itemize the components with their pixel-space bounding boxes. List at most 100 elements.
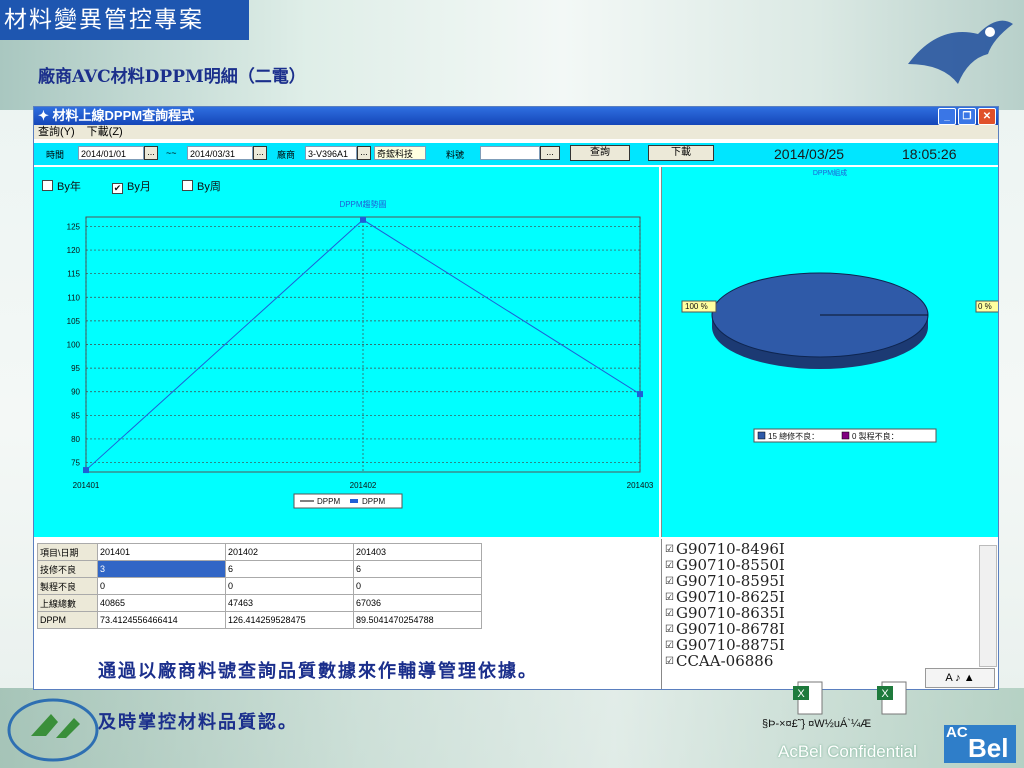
part-list-item[interactable]: ☑ G90710-8595I xyxy=(662,573,998,589)
pie-chart-pane: DPPM組成 100 % 0 % 15 總修不良： 0 製程不良： xyxy=(661,167,998,537)
slide-title: 材料變異管控專案 xyxy=(0,0,249,40)
y-tick-label: 75 xyxy=(71,459,80,468)
legend-label: 15 總修不良： xyxy=(768,431,819,441)
attachment-label: §Þ-×¤£˜} ¤W½uÁ`¼Æ xyxy=(762,718,872,730)
table-cell[interactable]: 6 xyxy=(353,560,482,578)
table-cell[interactable]: 201403 xyxy=(353,543,482,561)
checkbox-icon[interactable]: ☑ xyxy=(665,608,674,619)
excel-file-icon[interactable]: X xyxy=(792,680,826,716)
eagle-logo-icon xyxy=(908,20,1013,85)
minimize-icon[interactable]: _ xyxy=(938,108,956,125)
date-to-picker-button[interactable]: ... xyxy=(253,146,267,160)
checkbox-icon[interactable]: ☑ xyxy=(665,576,674,587)
table-cell[interactable]: 67036 xyxy=(353,594,482,612)
checkbox-icon[interactable]: ☑ xyxy=(665,560,674,571)
table-cell[interactable]: 0 xyxy=(225,577,354,595)
checkbox-icon[interactable]: ☑ xyxy=(665,640,674,651)
svg-text:X: X xyxy=(797,688,805,700)
table-cell[interactable]: 73.4124556466414 xyxy=(97,611,226,629)
row-header-cell[interactable]: 技修不良 xyxy=(37,560,98,578)
table-row: DPPM 73.4124556466414 126.414259528475 89.5… xyxy=(37,611,482,629)
acbel-logo-bel: Bel xyxy=(968,733,1009,763)
part-list-item[interactable]: ☑ G90710-8875I xyxy=(662,637,998,653)
part-list-pane: ☑ G90710-8496I ☑ G90710-8550I ☑ G90710-8595I ☑… xyxy=(661,539,998,689)
y-tick-label: 120 xyxy=(67,246,81,255)
y-tick-label: 110 xyxy=(67,293,80,302)
table-row: 製程不良 0 0 0 xyxy=(37,577,482,595)
table-cell[interactable]: 3 xyxy=(97,560,226,578)
pie-title: DPPM組成 xyxy=(813,168,847,177)
y-tick-label: 115 xyxy=(67,270,80,279)
table-cell[interactable]: 6 xyxy=(225,560,354,578)
vendor-code-field[interactable]: 3-V396A1 xyxy=(305,146,357,160)
part-number-list: ☑ G90710-8496I ☑ G90710-8550I ☑ G90710-8595I ☑… xyxy=(662,539,998,670)
table-cell[interactable]: 201401 xyxy=(97,543,226,561)
table-row: 上線總數 40865 47463 67036 xyxy=(37,594,482,612)
table-row: 技修不良 3 6 6 xyxy=(37,560,482,578)
checkbox-icon[interactable]: ☑ xyxy=(665,624,674,635)
data-point xyxy=(637,391,643,398)
checkbox-icon[interactable]: ☑ xyxy=(665,544,674,555)
acbel-logo-ac: AC xyxy=(946,724,968,741)
y-tick-label: 95 xyxy=(71,364,80,373)
svg-text:X: X xyxy=(881,688,889,700)
menu-download[interactable]: 下載(Z) xyxy=(87,125,123,139)
restore-icon[interactable]: ❐ xyxy=(958,108,976,125)
table-cell[interactable]: 0 xyxy=(353,577,482,595)
table-header-row: 項目\日期 201401 201402 201403 xyxy=(37,543,482,561)
list-scrollbar[interactable] xyxy=(979,545,997,667)
checkbox-icon[interactable]: ☑ xyxy=(665,592,674,603)
part-number-field[interactable] xyxy=(480,146,540,160)
ime-toolbar[interactable]: A ♪ ▲ xyxy=(925,668,995,688)
part-list-item[interactable]: ☑ G90710-8625I xyxy=(662,589,998,605)
dppm-data-table: 項目\日期 201401 201402 201403 技修不良 3 6 6 製程不良 0 0 0 上線總… xyxy=(37,543,482,629)
part-picker-button[interactable]: ... xyxy=(540,146,560,160)
checkbox-box xyxy=(182,180,193,191)
window-title: 材料上線DPPM查詢程式 xyxy=(52,108,195,123)
dppm-trend-chart: DPPM趨勢圖 75 80 85 90 95 100 105 110 115 120 125 20140… xyxy=(67,199,654,509)
query-button[interactable]: 查詢 xyxy=(570,145,630,161)
row-header-cell[interactable]: 製程不良 xyxy=(37,577,98,595)
row-header-cell[interactable]: DPPM xyxy=(37,611,98,629)
excel-file-icon[interactable]: X xyxy=(876,680,910,716)
menu-query[interactable]: 查詢(Y) xyxy=(38,125,75,139)
part-list-item[interactable]: ☑ CCAA-06886 xyxy=(662,652,998,670)
row-header-cell[interactable]: 上線總數 xyxy=(37,594,98,612)
row-header-cell[interactable]: 項目\日期 xyxy=(37,543,98,561)
table-cell[interactable]: 47463 xyxy=(225,594,354,612)
part-list-item[interactable]: ☑ G90710-8635I xyxy=(662,605,998,621)
date-from-field[interactable]: 2014/01/01 xyxy=(78,146,144,160)
slide-subtitle: 廠商AVC材料DPPM明細（二電） xyxy=(38,67,306,87)
time-display: 18:05:26 xyxy=(902,146,957,162)
x-tick-label: 201401 xyxy=(73,481,100,490)
part-list-item[interactable]: ☑ G90710-8550I xyxy=(662,557,998,573)
part-number-label: CCAA-06886 xyxy=(675,652,774,670)
window-titlebar[interactable]: ✦ 材料上線DPPM查詢程式 _ ❐ ✕ xyxy=(34,107,998,125)
pie-data-label: 100 % xyxy=(685,302,708,311)
download-button[interactable]: 下載 xyxy=(648,145,714,161)
data-point xyxy=(360,216,366,223)
app-icon: ✦ xyxy=(38,108,53,123)
acbel-logo: AC Bel xyxy=(944,724,1016,763)
part-list-item[interactable]: ☑ G90710-8496I xyxy=(662,541,998,557)
y-tick-label: 105 xyxy=(67,317,81,326)
close-icon[interactable]: ✕ xyxy=(978,108,996,125)
trend-chart-pane: By年 ✔ By月 By周 DPPM趨勢圖 75 80 85 90 95 100 105 110 1… xyxy=(34,167,659,537)
legend-label: DPPM xyxy=(362,497,385,506)
table-cell[interactable]: 126.414259528475 xyxy=(225,611,354,629)
table-cell[interactable]: 201402 xyxy=(225,543,354,561)
date-separator: ~~ xyxy=(166,148,177,158)
checkbox-icon[interactable]: ☑ xyxy=(665,656,674,667)
y-tick-label: 90 xyxy=(71,388,80,397)
pie-legend: 15 總修不良： 0 製程不良： xyxy=(753,428,937,443)
table-cell[interactable]: 40865 xyxy=(97,594,226,612)
date-to-field[interactable]: 2014/03/31 xyxy=(187,146,253,160)
table-cell[interactable]: 0 xyxy=(97,577,226,595)
part-list-item[interactable]: ☑ G90710-8678I xyxy=(662,621,998,637)
vendor-picker-button[interactable]: ... xyxy=(357,146,371,160)
date-from-picker-button[interactable]: ... xyxy=(144,146,158,160)
note-line-2: 及時掌控材料品質認。 xyxy=(98,712,298,733)
table-cell[interactable]: 89.5041470254788 xyxy=(353,611,482,629)
y-tick-label: 125 xyxy=(67,222,81,231)
y-tick-label: 100 xyxy=(67,341,81,350)
